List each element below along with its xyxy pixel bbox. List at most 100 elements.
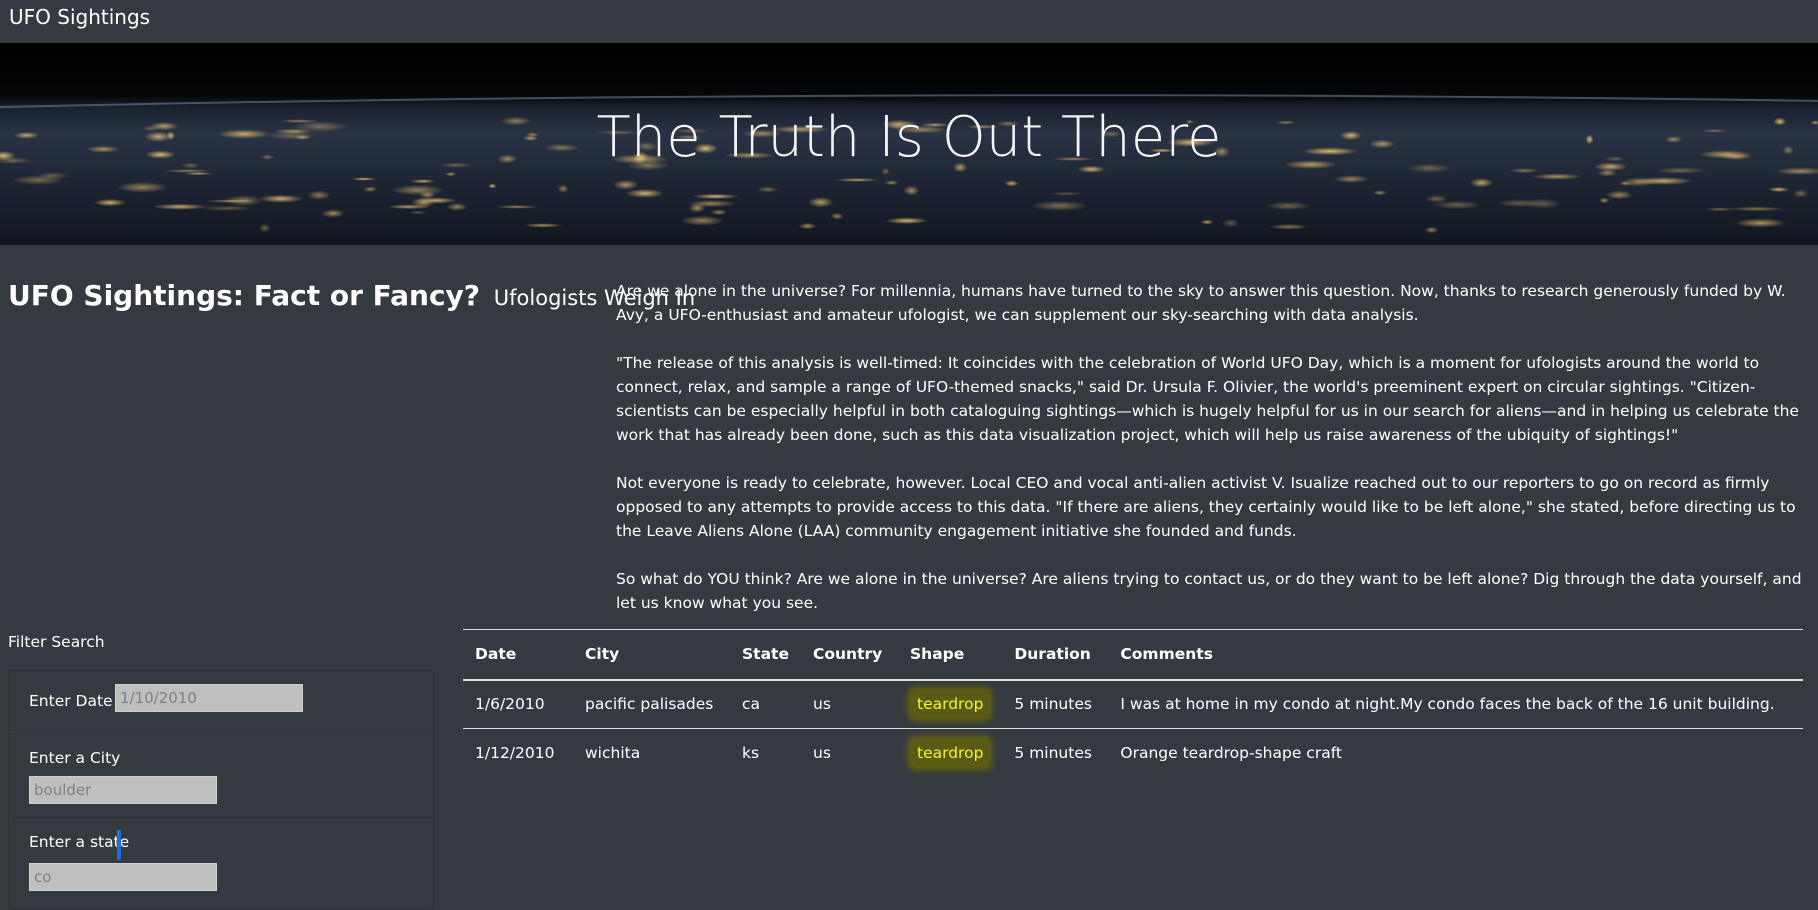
table-header-row: Date City State Country Shape Duration C… xyxy=(463,629,1803,680)
cell-date: 1/12/2010 xyxy=(475,744,555,763)
city-light xyxy=(1496,199,1541,208)
city-light xyxy=(351,177,376,181)
cell-comments: I was at home in my condo at night.My co… xyxy=(1120,695,1775,714)
city-light xyxy=(1599,197,1610,204)
cell-duration: 5 minutes xyxy=(1014,695,1092,714)
cell-state: ca xyxy=(742,695,761,714)
cell-city: pacific palisades xyxy=(585,695,714,714)
date-input[interactable] xyxy=(115,684,303,712)
cell-comments: Orange teardrop-shape craft xyxy=(1120,744,1342,763)
city-light xyxy=(224,195,263,207)
article-paragraph: So what do YOU think? Are we alone in th… xyxy=(616,570,1802,612)
intro-title: UFO Sightings: Fact or Fancy? xyxy=(8,279,481,312)
city-light xyxy=(688,203,706,213)
cell-state: ks xyxy=(742,744,760,763)
city-light xyxy=(1049,191,1083,196)
city-light xyxy=(1728,206,1785,212)
cell-city: wichita xyxy=(585,744,641,763)
city-light xyxy=(116,182,169,193)
column-header-shape: Shape xyxy=(910,645,965,664)
city-light xyxy=(612,179,639,190)
city-light xyxy=(363,186,378,192)
column-header-comments: Comments xyxy=(1120,645,1213,664)
city-light xyxy=(710,209,728,216)
city-light xyxy=(1200,219,1214,225)
intro-heading: UFO Sightings: Fact or Fancy? Ufologists… xyxy=(8,278,695,316)
navbar: UFO Sightings xyxy=(0,0,1818,43)
city-light xyxy=(488,183,497,189)
city-light xyxy=(885,217,929,224)
city-light xyxy=(409,210,427,214)
date-label: Enter Date xyxy=(29,692,113,710)
brand-link[interactable]: UFO Sightings xyxy=(9,4,150,30)
city-light xyxy=(200,205,255,211)
city-light xyxy=(1469,178,1494,188)
article-text: Are we alone in the universe? For millen… xyxy=(616,279,1806,639)
city-light xyxy=(807,197,834,208)
city-light xyxy=(1532,173,1582,180)
city-light xyxy=(1734,218,1787,228)
cell-country: us xyxy=(813,695,831,714)
shape-highlight: teardrop xyxy=(910,689,991,720)
city-light xyxy=(446,202,468,211)
city-light xyxy=(523,223,563,228)
city-light xyxy=(307,190,331,200)
city-light xyxy=(1333,175,1369,183)
city-light xyxy=(390,184,446,196)
cell-shape: teardrop xyxy=(898,680,1002,729)
city-light xyxy=(1621,177,1656,187)
cell-shape: teardrop xyxy=(898,729,1002,778)
city-light xyxy=(495,205,539,209)
filter-search-heading: Filter Search xyxy=(8,633,105,651)
hero-title: The Truth Is Out There xyxy=(596,105,1222,170)
city-light xyxy=(321,209,345,218)
city-light xyxy=(258,194,303,203)
article-paragraph: Not everyone is ready to celebrate, howe… xyxy=(616,474,1796,540)
cell-date: 1/6/2010 xyxy=(475,695,545,714)
city-light xyxy=(1606,190,1633,200)
text-cursor xyxy=(117,830,121,860)
column-header-country: Country xyxy=(813,645,883,664)
state-input[interactable] xyxy=(29,863,217,891)
city-light xyxy=(386,204,431,210)
city-light xyxy=(1030,200,1089,211)
article-paragraph: Are we alone in the universe? For millen… xyxy=(616,282,1786,324)
city-light xyxy=(680,215,725,226)
city-light xyxy=(903,185,920,196)
city-label: Enter a City xyxy=(29,749,121,767)
city-light xyxy=(1432,200,1483,210)
city-light xyxy=(37,172,69,180)
city-light xyxy=(1372,190,1388,196)
shape-highlight: teardrop xyxy=(910,738,991,769)
column-header-date: Date xyxy=(475,645,517,664)
city-light xyxy=(1792,189,1809,198)
article-paragraph: "The release of this analysis is well-ti… xyxy=(616,354,1799,444)
sightings-table-container: Date City State Country Shape Duration C… xyxy=(463,629,1803,778)
filter-item-date: Enter Date xyxy=(9,671,433,731)
column-header-city: City xyxy=(585,645,620,664)
city-input[interactable] xyxy=(29,776,217,804)
cell-country: us xyxy=(813,744,831,763)
city-light xyxy=(830,212,844,220)
city-light xyxy=(410,179,436,184)
column-header-duration: Duration xyxy=(1014,645,1091,664)
filter-list: Enter Date Enter a City Enter a state xyxy=(8,670,434,910)
city-light xyxy=(756,186,779,193)
city-light xyxy=(415,197,457,204)
city-light xyxy=(1269,224,1309,230)
city-light xyxy=(1768,187,1790,192)
city-light xyxy=(1004,180,1019,187)
city-light xyxy=(557,184,569,193)
city-light xyxy=(164,169,212,173)
city-light xyxy=(884,180,899,186)
filter-item-state: Enter a state xyxy=(9,818,433,910)
city-light xyxy=(94,198,126,207)
city-light xyxy=(692,193,739,199)
filter-item-city: Enter a City xyxy=(9,731,433,818)
city-light xyxy=(1265,201,1312,211)
hero-banner: The Truth Is Out There xyxy=(0,43,1818,245)
city-light xyxy=(258,223,271,233)
cell-duration: 5 minutes xyxy=(1014,744,1092,763)
city-light xyxy=(1221,218,1240,228)
city-light xyxy=(1424,226,1439,234)
